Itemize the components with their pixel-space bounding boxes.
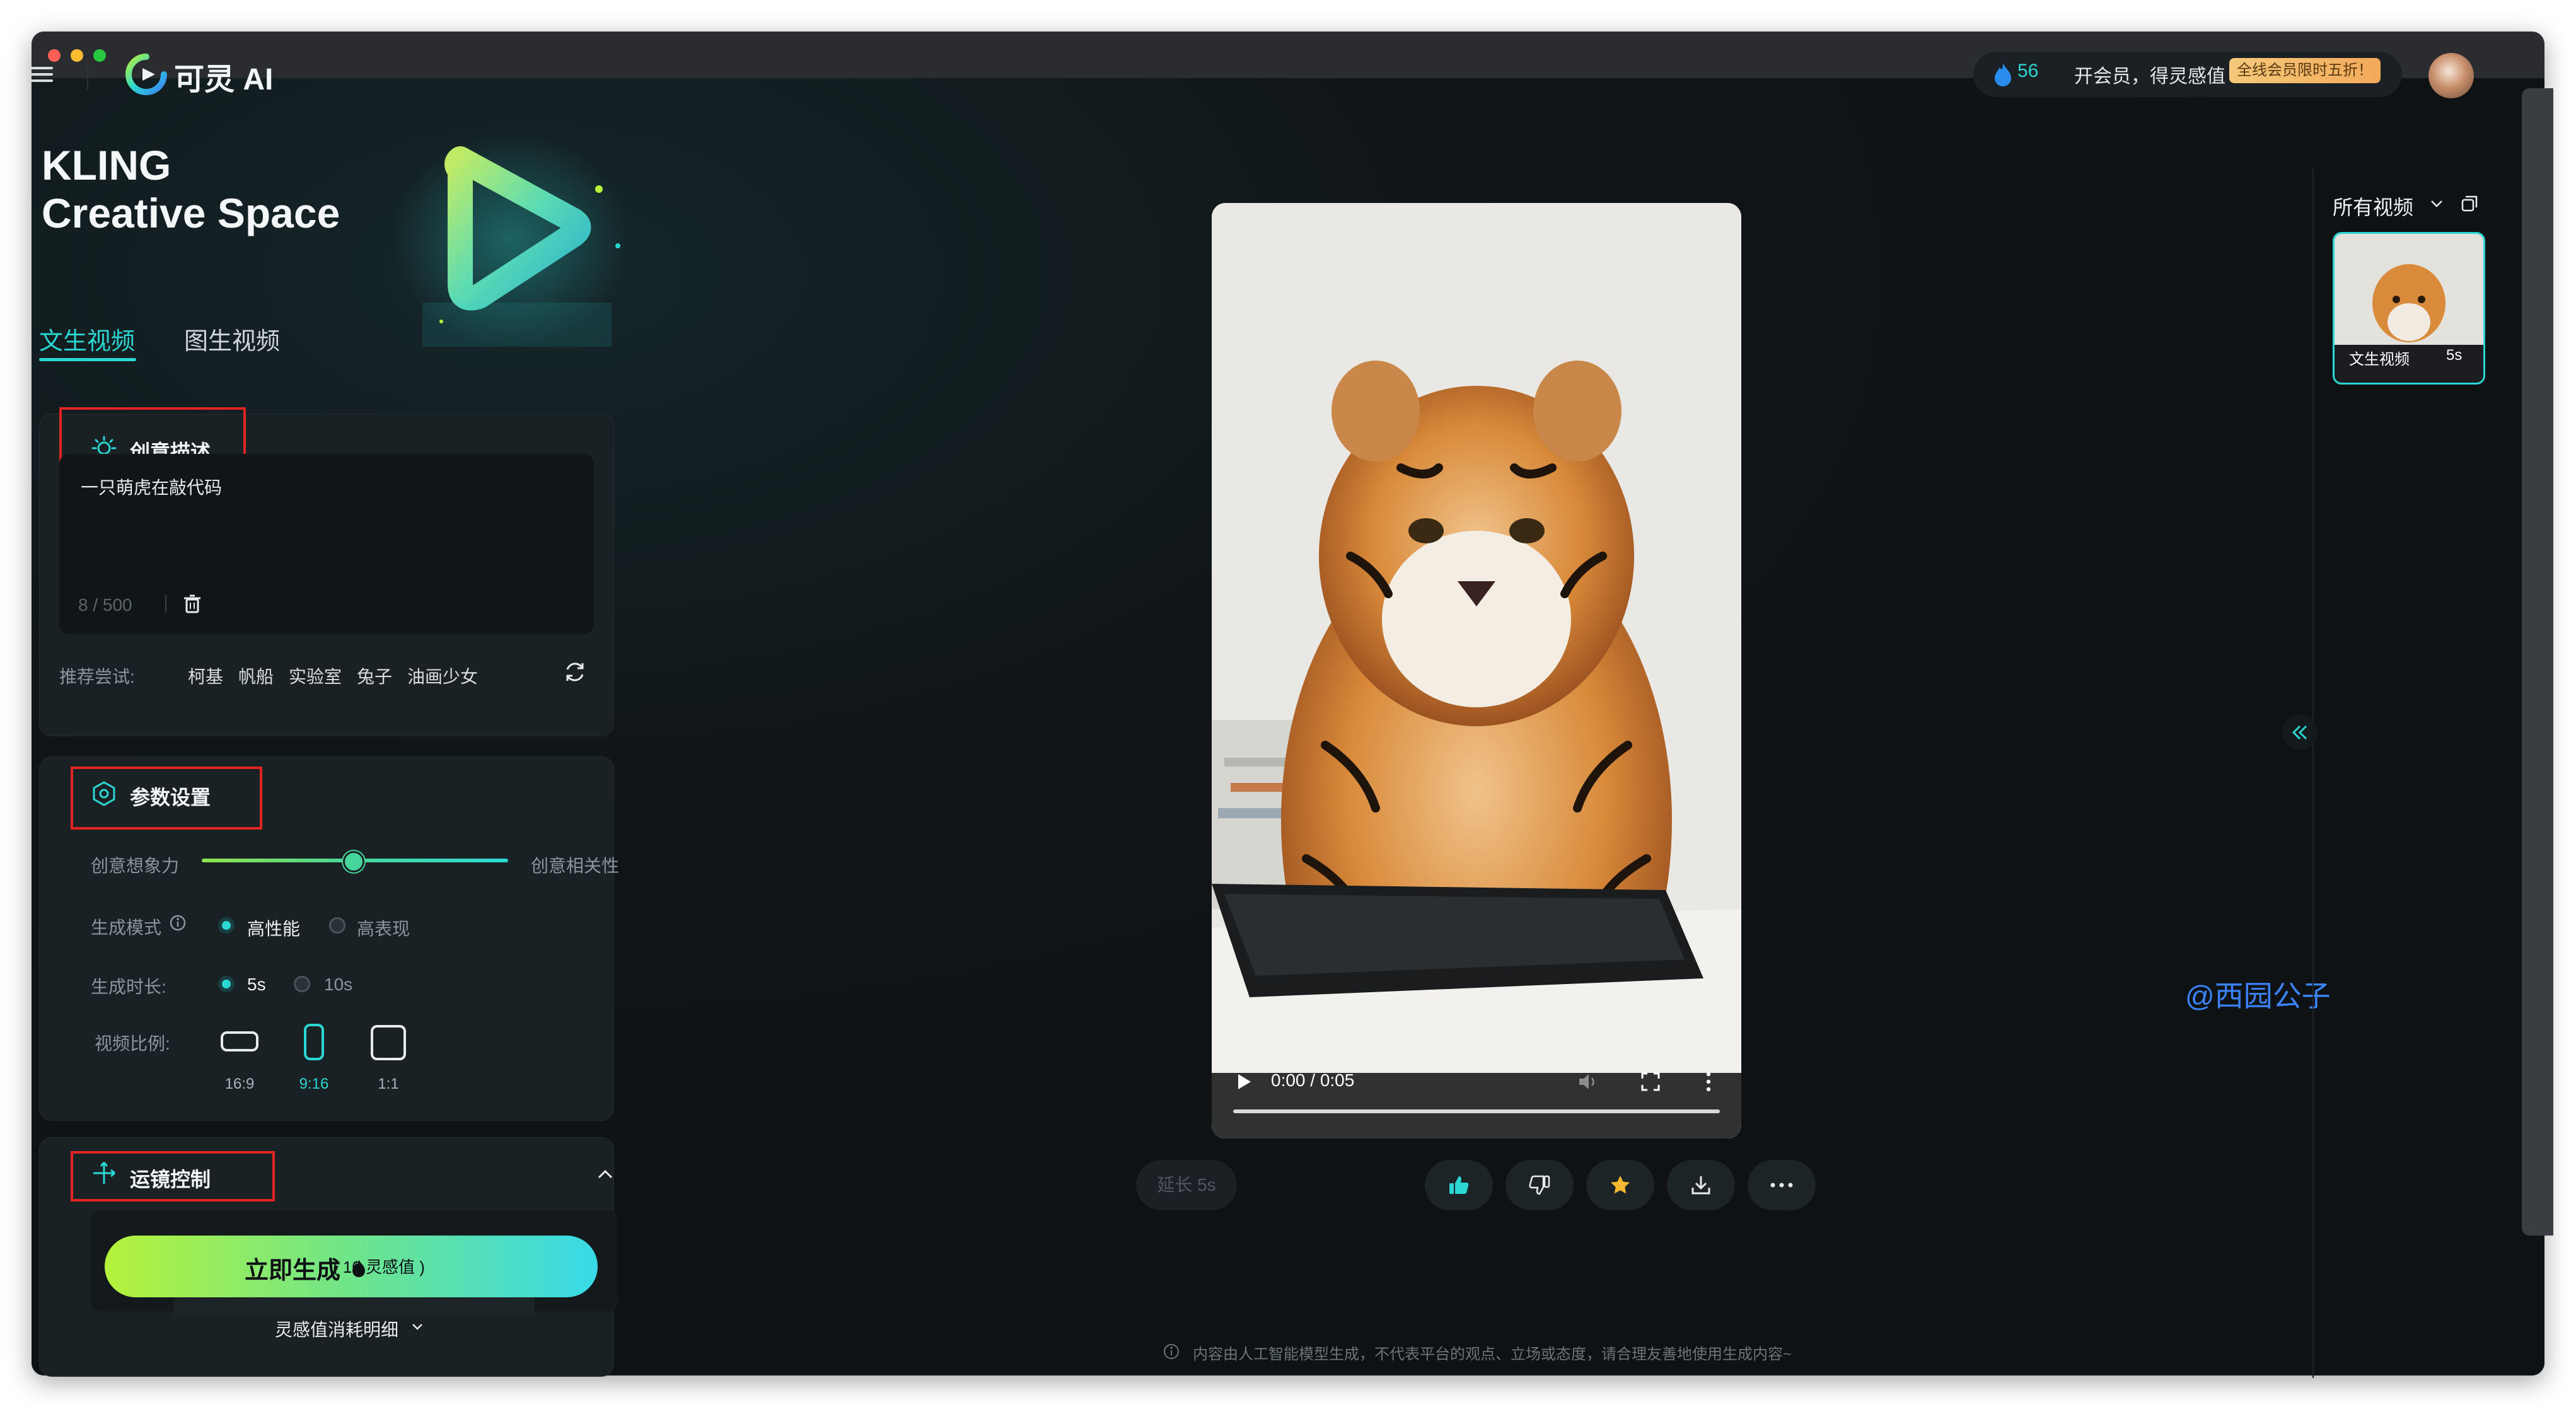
flame-points-icon xyxy=(1995,63,2011,86)
play-icon[interactable] xyxy=(1236,1073,1252,1091)
ratio-label: 视频比例: xyxy=(95,1034,170,1053)
minimize-dot[interactable] xyxy=(71,49,83,62)
generate-label[interactable]: 立即生成 xyxy=(245,1251,340,1285)
thumbnail-caption: 文生视频 xyxy=(2349,351,2410,368)
fullscreen-icon[interactable] xyxy=(1640,1072,1661,1092)
vip-discount-badge[interactable]: 全线会员限时五折！ xyxy=(2229,58,2381,83)
vip-promo-text[interactable]: 开会员，得灵感值 xyxy=(2074,61,2225,88)
header-divider xyxy=(87,59,88,90)
close-dot[interactable] xyxy=(48,49,61,62)
ratio-option-label[interactable]: 16:9 xyxy=(214,1075,265,1093)
rail-filter-title[interactable]: 所有视频 xyxy=(2333,192,2413,221)
macos-dock-edge xyxy=(2522,88,2553,1236)
hero-title: KLING Creative Space xyxy=(42,142,340,236)
ratio-16-9-icon[interactable] xyxy=(221,1031,258,1051)
camera-section-title: 运镜控制 xyxy=(130,1168,211,1191)
thumbs-down-icon xyxy=(1529,1175,1550,1195)
suggestion-chip[interactable]: 实验室 xyxy=(289,663,342,688)
info-icon xyxy=(1164,1344,1179,1359)
camera-move-icon xyxy=(93,1162,115,1184)
duration-option-label[interactable]: 5s xyxy=(247,975,266,995)
extend-button[interactable]: 延长 5s xyxy=(1136,1160,1237,1210)
suggestion-chip[interactable]: 帆船 xyxy=(238,663,274,688)
generate-cost: ( 10 灵感值 ) xyxy=(333,1258,425,1277)
suggestion-chip[interactable]: 柯基 xyxy=(188,663,223,688)
trash-icon[interactable] xyxy=(183,594,202,614)
menu-icon[interactable] xyxy=(30,63,53,86)
creativity-slider-knob[interactable] xyxy=(343,851,364,872)
thumbnail-duration: 5s xyxy=(2446,347,2463,364)
params-section-title: 参数设置 xyxy=(130,786,211,809)
user-avatar[interactable] xyxy=(2428,53,2474,98)
ratio-9-16-icon[interactable] xyxy=(304,1024,324,1060)
ratio-option-label[interactable]: 9:16 xyxy=(289,1075,339,1093)
brand-name[interactable]: 可灵 AI xyxy=(174,54,273,98)
chevron-down-icon[interactable] xyxy=(410,1319,425,1334)
info-icon[interactable] xyxy=(169,914,187,932)
duration-label: 生成时长: xyxy=(91,977,166,997)
suggestion-chip[interactable]: 油画少女 xyxy=(407,663,478,688)
duration-option-label[interactable]: 10s xyxy=(324,975,352,995)
char-counter: 8 / 500 xyxy=(78,595,132,615)
maximize-dot[interactable] xyxy=(93,49,106,62)
suggestion-chip[interactable]: 兔子 xyxy=(357,663,392,688)
star-icon xyxy=(1611,1176,1630,1194)
duration-radio-5s[interactable] xyxy=(218,976,235,992)
ratio-option-label[interactable]: 1:1 xyxy=(363,1075,414,1093)
active-tab-indicator xyxy=(39,358,136,361)
multi-select-icon[interactable] xyxy=(2460,194,2479,213)
counter-divider xyxy=(165,595,166,613)
duration-radio-10s[interactable] xyxy=(294,976,310,992)
volume-icon[interactable] xyxy=(1577,1072,1599,1092)
thumbs-up-icon xyxy=(1449,1176,1469,1194)
mode-option-label[interactable]: 高性能 xyxy=(247,915,300,941)
video-progress-bar[interactable] xyxy=(1233,1109,1720,1113)
mode-option-label[interactable]: 高表现 xyxy=(357,915,410,941)
chevron-up-icon[interactable] xyxy=(594,1162,617,1185)
more-horizontal-icon xyxy=(1770,1183,1793,1188)
double-chevron-left-icon xyxy=(2292,725,2307,740)
kling-logo-icon xyxy=(125,54,167,95)
prompt-text[interactable]: 一只萌虎在敲代码 xyxy=(81,474,222,499)
watermark-text: @西园公子 xyxy=(2185,980,2331,1012)
chevron-down-icon[interactable] xyxy=(2428,195,2445,212)
tab-text-to-video[interactable]: 文生视频 xyxy=(39,321,135,356)
video-time: 0:00 / 0:05 xyxy=(1271,1070,1355,1090)
ratio-1-1-icon[interactable] xyxy=(371,1025,406,1060)
more-vertical-icon[interactable] xyxy=(1702,1070,1715,1093)
mode-label: 生成模式 xyxy=(91,918,162,937)
slider-right-label: 创意相关性 xyxy=(531,856,620,876)
cost-detail-link[interactable]: 灵感值消耗明细 xyxy=(275,1316,398,1341)
points-count: 56 xyxy=(2017,61,2039,81)
tiger-video-frame xyxy=(1212,203,1741,1138)
mode-radio-quality[interactable] xyxy=(329,917,345,934)
mode-radio-performance[interactable] xyxy=(218,917,235,934)
video-player[interactable] xyxy=(1212,203,1741,1138)
tab-image-to-video[interactable]: 图生视频 xyxy=(184,321,280,356)
slider-left-label: 创意想象力 xyxy=(91,856,180,876)
suggestion-label: 推荐尝试: xyxy=(59,667,135,686)
play-logo-graphic xyxy=(391,132,630,347)
settings-hexagon-icon xyxy=(93,781,115,806)
ai-disclaimer: 内容由人工智能模型生成，不代表平台的观点、立场或态度，请合理友善地使用生成内容~ xyxy=(1193,1346,1792,1363)
download-icon xyxy=(1691,1176,1710,1195)
refresh-icon[interactable] xyxy=(562,659,588,685)
